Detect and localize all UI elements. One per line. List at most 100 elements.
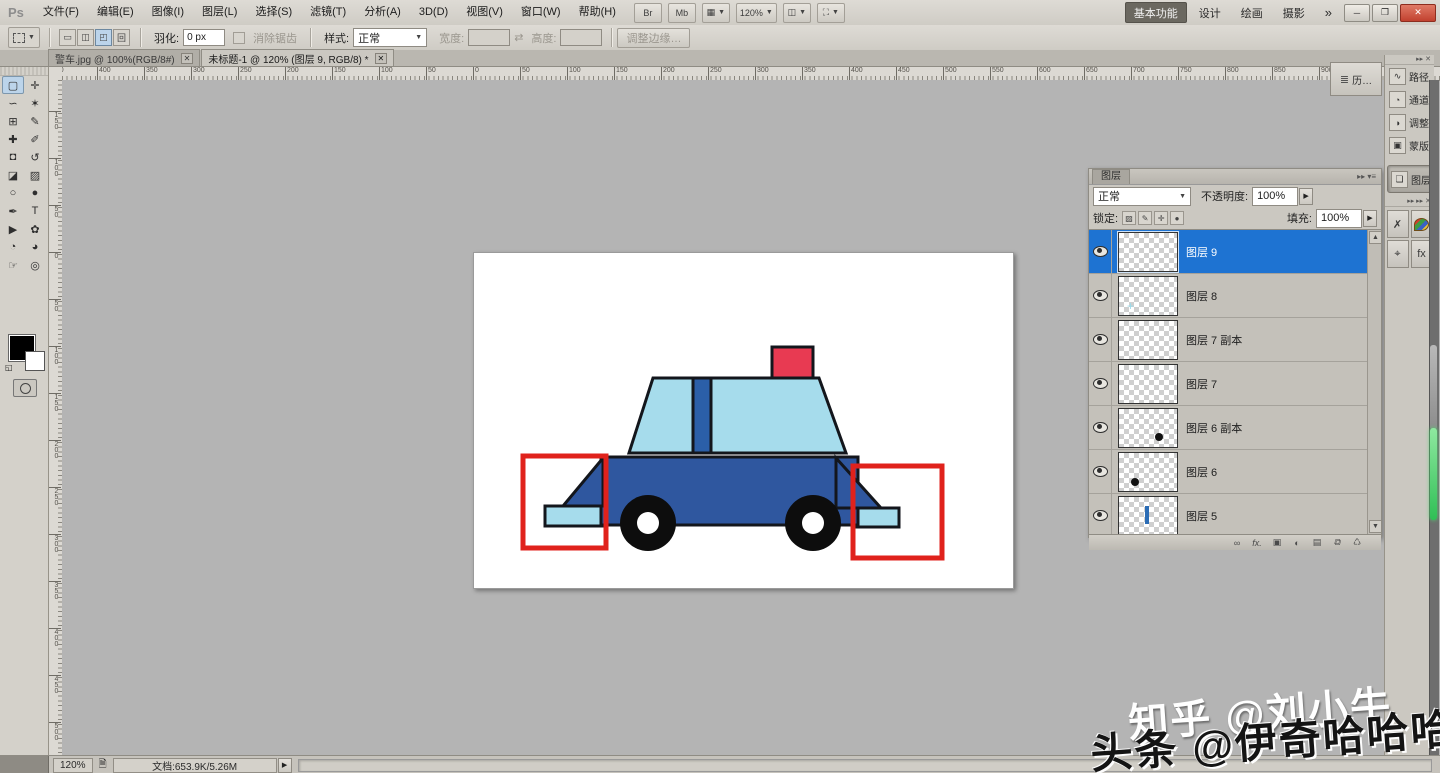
menu-view[interactable]: 视图(V)	[457, 0, 512, 25]
menu-3d[interactable]: 3D(D)	[410, 0, 457, 25]
workspace-design[interactable]: 设计	[1191, 3, 1229, 22]
visibility-toggle[interactable]	[1089, 362, 1112, 405]
lock-transparent-icon[interactable]: ▨	[1122, 211, 1137, 225]
layer-row[interactable]: 图层 9	[1089, 230, 1381, 274]
layer-thumbnail[interactable]	[1118, 495, 1178, 534]
lock-position-icon[interactable]: ✛	[1154, 211, 1169, 225]
selection-intersect-button[interactable]: 回	[113, 29, 130, 46]
selection-add-button[interactable]: ◫	[77, 29, 94, 46]
menu-image[interactable]: 图像(I)	[143, 0, 193, 25]
link-layers-icon[interactable]: ∞	[1227, 538, 1247, 548]
rectangular-marquee-tool[interactable]: ▢	[2, 76, 24, 94]
menu-filter[interactable]: 滤镜(T)	[301, 0, 355, 25]
menu-help[interactable]: 帮助(H)	[570, 0, 625, 25]
workspace-painting[interactable]: 绘画	[1233, 3, 1271, 22]
zoom-level-dropdown[interactable]: 120% ▼	[735, 2, 777, 23]
layer-row[interactable]: 图层 7	[1089, 362, 1381, 406]
menu-layer[interactable]: 图层(L)	[193, 0, 246, 25]
visibility-toggle[interactable]	[1089, 274, 1112, 317]
artboard[interactable]	[473, 252, 1014, 589]
mini-bridge-button[interactable]: Mb	[667, 2, 696, 23]
dock-panel-masks[interactable]: ▣ 蒙版	[1385, 134, 1434, 157]
dock-panel-paths[interactable]: ∿ 路径	[1385, 65, 1434, 88]
minimize-button[interactable]: ─	[1344, 3, 1370, 22]
gradient-tool[interactable]: ▨	[24, 166, 46, 184]
arrange-documents-button[interactable]: ◫ ▼	[782, 2, 811, 23]
dock-tool-presets-button[interactable]: ✗	[1386, 210, 1409, 238]
custom-shape-tool[interactable]: ✿	[24, 220, 46, 238]
bridge-button[interactable]: Br	[633, 2, 662, 23]
workspace-photography[interactable]: 摄影	[1275, 3, 1313, 22]
visibility-toggle[interactable]	[1089, 230, 1112, 273]
blend-mode-select[interactable]: 正常 ▼	[1093, 186, 1191, 206]
dock-header[interactable]: ▸▸ ✕	[1385, 55, 1434, 65]
active-tool-preset[interactable]: ▼	[8, 27, 40, 48]
eyedropper-tool[interactable]: ✎	[24, 112, 46, 130]
selection-new-button[interactable]: ▭	[59, 29, 76, 46]
status-expand-button[interactable]: ▶	[277, 757, 292, 773]
dock-panel-adjustments[interactable]: ◑ 调整	[1385, 111, 1434, 134]
scrollbar-thumb-green[interactable]	[1430, 428, 1437, 520]
pen-tool[interactable]: ✒	[2, 202, 24, 220]
background-color-swatch[interactable]	[25, 351, 45, 371]
3d-orbit-tool[interactable]: ◕	[24, 238, 46, 256]
default-colors-icon[interactable]: ◱	[5, 363, 15, 373]
menu-window[interactable]: 窗口(W)	[512, 0, 570, 25]
brush-tool[interactable]: ✐	[24, 130, 46, 148]
tab-doc-police-jpg[interactable]: 警车.jpg @ 100%(RGB/8#) ✕	[48, 49, 201, 66]
restore-button[interactable]: ❐	[1372, 3, 1398, 22]
fill-input[interactable]: 100%	[1316, 208, 1362, 228]
new-adjustment-layer-icon[interactable]: ◐	[1287, 538, 1307, 548]
visibility-toggle[interactable]	[1089, 406, 1112, 449]
layer-row[interactable]: 图层 7 副本	[1089, 318, 1381, 362]
close-button[interactable]: ✕	[1400, 3, 1436, 22]
type-tool[interactable]: T	[24, 202, 46, 220]
menu-select[interactable]: 选择(S)	[246, 0, 301, 25]
layer-thumbnail[interactable]	[1117, 230, 1179, 273]
layer-thumbnail[interactable]	[1118, 407, 1178, 448]
dock-layers-button[interactable]: ❏ 图层	[1387, 165, 1432, 193]
layer-row[interactable]: + 图层 8	[1089, 274, 1381, 318]
menu-edit[interactable]: 编辑(E)	[88, 0, 143, 25]
workspace-overflow-button[interactable]: »	[1317, 3, 1340, 22]
layers-panel-titlebar[interactable]: 图层 ▸▸ ▾≡	[1089, 169, 1381, 185]
blur-tool[interactable]: ○	[2, 184, 24, 202]
tab-close-icon[interactable]: ✕	[180, 52, 194, 64]
opacity-input[interactable]: 100%	[1252, 186, 1299, 206]
visibility-toggle[interactable]	[1089, 318, 1112, 361]
3d-rotate-tool[interactable]: ◔	[2, 238, 24, 256]
opacity-slider-button[interactable]: ▶	[1299, 187, 1314, 205]
new-layer-icon[interactable]: ⧉	[1327, 537, 1347, 548]
layer-thumbnail[interactable]	[1118, 363, 1178, 404]
panel-collapse-icon[interactable]: ▸▸ ▾≡	[1357, 172, 1376, 181]
new-group-icon[interactable]: ▤	[1307, 537, 1327, 548]
healing-brush-tool[interactable]: ✚	[2, 130, 24, 148]
move-tool[interactable]: ✛	[24, 76, 46, 94]
ruler-origin-corner[interactable]	[48, 67, 63, 81]
status-zoom-input[interactable]: 120%	[53, 757, 93, 773]
layers-scrollbar[interactable]: ▲ ▼	[1367, 230, 1381, 534]
lasso-tool[interactable]: ∽	[2, 94, 24, 112]
antialias-checkbox[interactable]	[233, 31, 246, 44]
horizontal-ruler[interactable]: 4504003503002502001501005005010015020025…	[62, 67, 1440, 81]
scroll-down-button[interactable]: ▼	[1369, 520, 1381, 533]
fill-slider-button[interactable]: ▶	[1363, 209, 1377, 227]
crop-tool[interactable]: ⊞	[2, 112, 24, 130]
selection-subtract-button[interactable]: ◰	[95, 29, 112, 46]
menu-file[interactable]: 文件(F)	[34, 0, 88, 25]
menu-analysis[interactable]: 分析(A)	[355, 0, 410, 25]
clone-stamp-tool[interactable]: ◘	[2, 148, 24, 166]
style-select[interactable]: 正常 ▼	[353, 28, 428, 47]
quick-selection-tool[interactable]: ✶	[24, 94, 46, 112]
hand-tool[interactable]: ☞	[2, 256, 24, 274]
path-selection-tool[interactable]: ▶	[2, 220, 24, 238]
feather-input[interactable]: 0 px	[183, 29, 226, 46]
scroll-up-button[interactable]: ▲	[1369, 231, 1381, 244]
layer-style-fx-icon[interactable]: fx.	[1247, 538, 1267, 548]
dock-clone-source-button[interactable]: ⌖	[1386, 240, 1409, 268]
vertical-ruler[interactable]: 150 100 50 0 50 100 150 200 250 300 350 400 450 500	[48, 80, 63, 755]
quick-mask-button[interactable]	[13, 379, 37, 397]
add-layer-mask-icon[interactable]: ▣	[1267, 537, 1287, 548]
layer-row[interactable]: 图层 6	[1089, 450, 1381, 494]
dock-panel-channels[interactable]: ◔ 通道	[1385, 88, 1434, 111]
